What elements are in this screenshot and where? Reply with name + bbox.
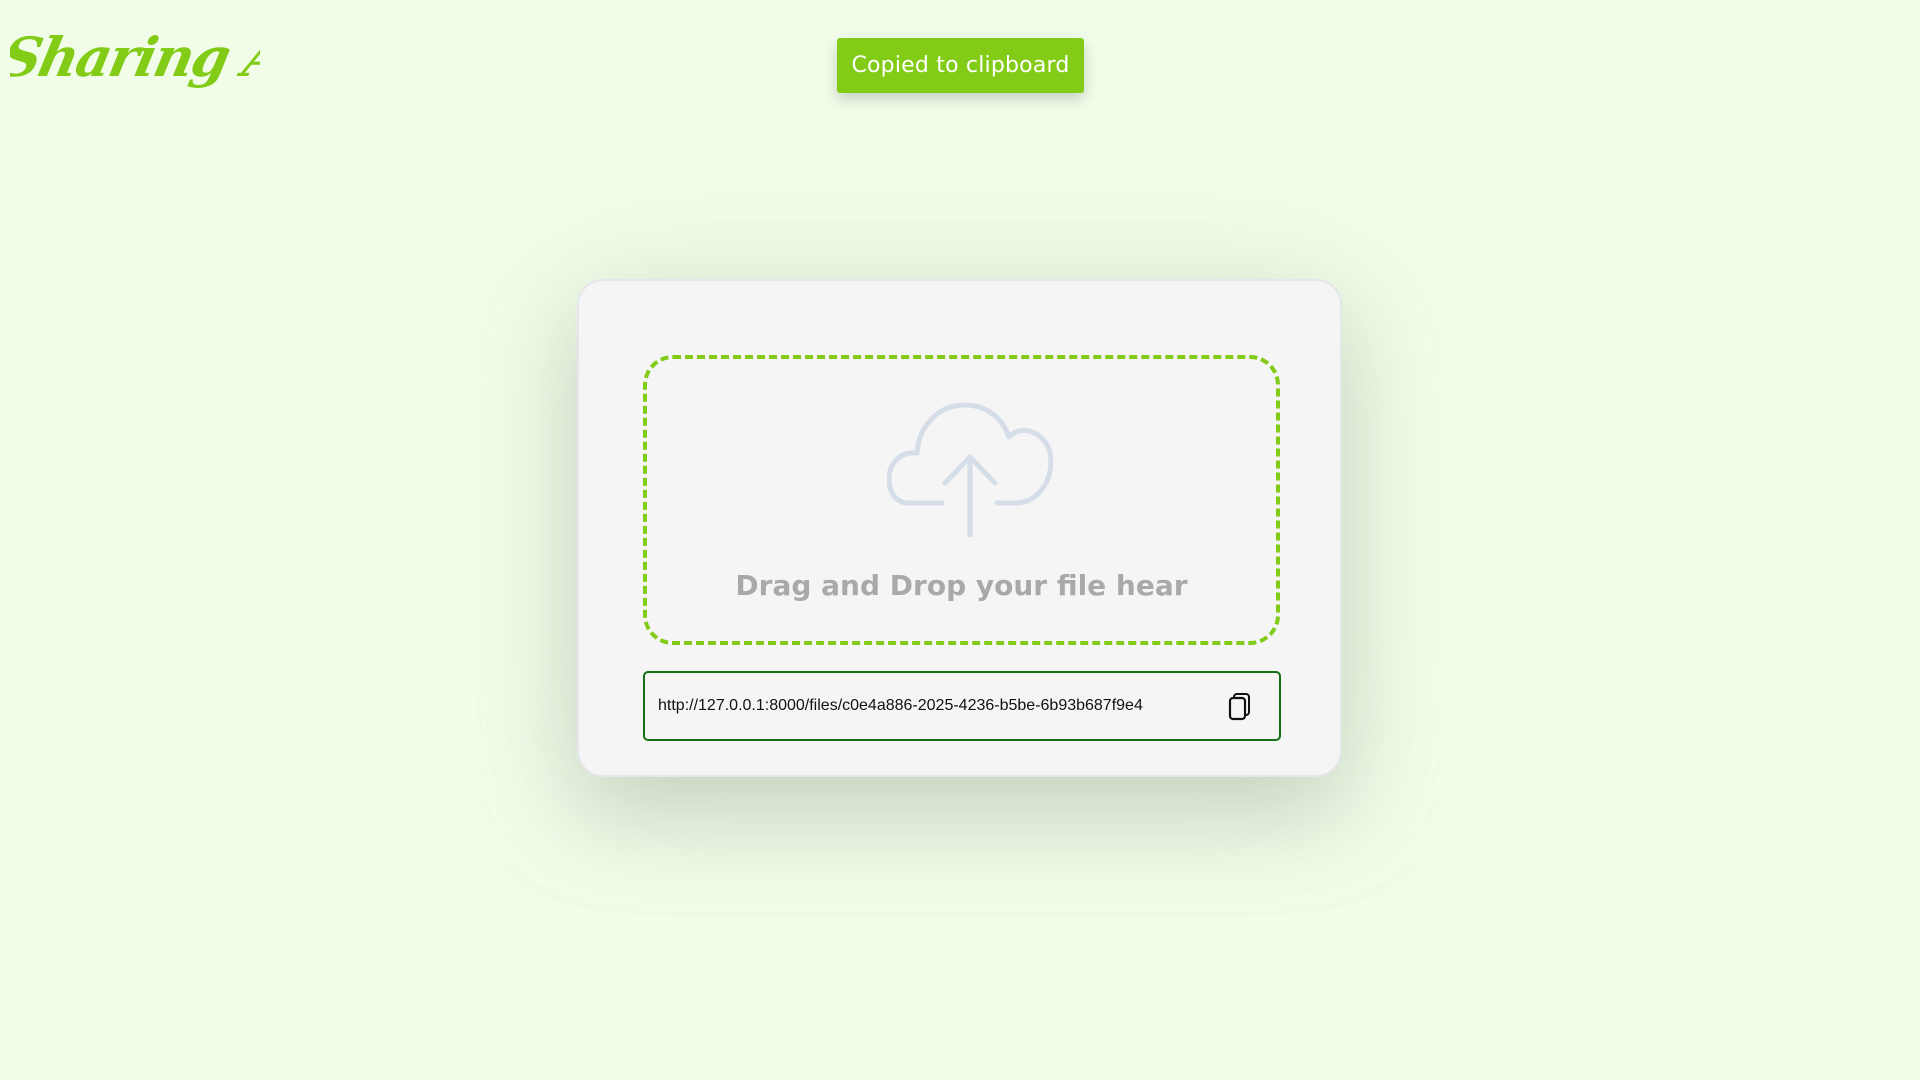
svg-text:Sharing App: Sharing App [10,26,260,89]
cloud-upload-icon [886,399,1054,539]
copy-icon[interactable] [1225,690,1257,722]
dropzone-text: Drag and Drop your file hear [735,569,1188,602]
toast-message: Copied to clipboard [851,53,1070,78]
share-link-field [643,671,1281,741]
app-logo: Sharing App [0,14,365,104]
file-dropzone[interactable]: Drag and Drop your file hear [643,355,1280,645]
copied-toast: Copied to clipboard [837,38,1084,93]
share-link-input[interactable] [658,673,1198,739]
app-logo-lettering: Sharing App [0,26,365,89]
upload-card: Drag and Drop your file hear [577,279,1342,777]
